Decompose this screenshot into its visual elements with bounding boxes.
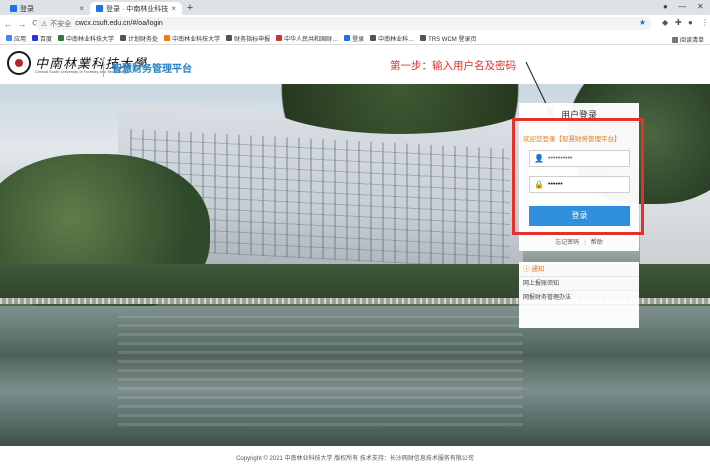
window-close-icon[interactable]: ✕ (697, 2, 704, 11)
bookmark-favicon-icon (420, 35, 427, 41)
password-input[interactable] (548, 181, 626, 188)
bookmark-item[interactable]: 中南林业科技大学 (164, 34, 220, 43)
bookmark-favicon-icon (58, 35, 65, 41)
address-bar-row: ← → ⟳ ⚠ 不安全 cwcx.csuft.edu.cn/#/oa/login… (0, 15, 710, 32)
page-footer: Copyright © 2021 中南林业科技大学 版权所有 技术支持：长沙网财… (0, 446, 710, 473)
university-seal-icon (7, 51, 31, 75)
extension-icon[interactable]: ◆ (662, 18, 668, 27)
security-label: 不安全 (50, 20, 72, 28)
password-field[interactable]: 🔒 (529, 176, 630, 193)
user-icon: 👤 (534, 154, 544, 163)
close-icon[interactable]: × (171, 4, 176, 13)
system-name: 智慧财务管理平台 (112, 64, 192, 75)
login-title: 用户登录 (560, 110, 597, 120)
help-link[interactable]: 帮助 (591, 240, 603, 246)
bookmark-label: 财务指标申报 (234, 36, 271, 43)
bookmark-item[interactable]: TRS WCM 登录页 (420, 34, 476, 43)
bookmark-item[interactable]: 登录 (344, 34, 364, 43)
bookmark-favicon-icon (344, 35, 351, 41)
new-tab-button[interactable]: + (184, 2, 196, 14)
bookmark-label: TRS WCM 登录页 (428, 36, 477, 43)
bookmark-label: 中南林业科技大学 (66, 36, 115, 43)
warning-icon[interactable]: ⚠ (41, 20, 47, 28)
bookmark-item[interactable]: 计划财务处 (120, 34, 158, 43)
bookmark-item[interactable]: 中华人民共和国财… (276, 34, 338, 43)
forgot-password-link[interactable]: 忘记密码 (555, 240, 579, 246)
bookmark-item[interactable]: 中南林业科技大学 (58, 34, 114, 43)
notice-panel: ⓘ 通知 网上报账须知 网报财务管理办法 (519, 262, 639, 328)
bookmark-favicon-icon (370, 35, 377, 41)
header-divider (103, 57, 104, 77)
bookmark-label: 应用 (14, 36, 27, 43)
bookmark-item[interactable]: 财务指标申报 (226, 34, 270, 43)
step-annotation: 第一步：输入用户名及密码 (390, 60, 516, 72)
bookmark-item[interactable]: 应用 (6, 34, 26, 43)
menu-icon[interactable]: ⋮ (701, 18, 709, 27)
close-icon[interactable]: × (79, 4, 84, 13)
account-icon[interactable]: ● (663, 2, 668, 11)
profile-icon[interactable]: ● (688, 18, 693, 27)
bookmarks-bar: 应用 百度 中南林业科技大学 计划财务处 中南林业科技大学 财务指标申报 中华人… (0, 32, 710, 45)
bookmark-item[interactable]: 百度 (32, 34, 52, 43)
notice-title: 通知 (531, 266, 545, 273)
tab-title: 登录 (20, 5, 34, 13)
tab-favicon-icon (96, 5, 103, 12)
reading-list-icon (671, 36, 678, 43)
site-header: 中南林業科技大學 Central South University of For… (0, 46, 710, 84)
browser-tab-strip: 登录 × 登录 · 中南林业科技大学 · 智慧 × + ● — ✕ (0, 0, 710, 15)
url-text[interactable]: cwcx.csuft.edu.cn/#/oa/login (75, 20, 163, 27)
reading-list-label: 阅读清单 (679, 38, 704, 44)
url-bar[interactable]: ⚠ 不安全 cwcx.csuft.edu.cn/#/oa/login ★ (36, 17, 652, 30)
minimize-icon[interactable]: — (678, 2, 686, 11)
forward-icon[interactable]: → (16, 19, 28, 29)
bookmark-favicon-icon (226, 35, 233, 41)
bookmark-label: 中南林业科技大学 (172, 36, 221, 43)
username-input[interactable] (548, 155, 626, 162)
browser-tab-active[interactable]: 登录 · 中南林业科技大学 · 智慧 × (90, 2, 182, 15)
apps-icon (6, 35, 12, 41)
back-icon[interactable]: ← (2, 19, 14, 29)
bookmark-label: 百度 (40, 36, 53, 43)
bookmark-favicon-icon (164, 35, 171, 41)
tab-title: 登录 · 中南林业科技大学 · 智慧 (106, 5, 169, 13)
bookmark-label: 登录 (352, 36, 365, 43)
notice-item[interactable]: 网报财务管理办法 (519, 291, 639, 305)
bookmark-favicon-icon (32, 35, 39, 41)
bookmark-item[interactable]: 中南林业科… (370, 34, 414, 43)
star-icon[interactable]: ★ (639, 18, 646, 27)
notice-header: ⓘ 通知 (519, 262, 639, 277)
login-button[interactable]: 登录 (529, 206, 630, 226)
reading-list-button[interactable]: 阅读清单 (671, 35, 704, 44)
notice-item[interactable]: 网上报账须知 (519, 277, 639, 291)
lock-icon: 🔒 (534, 180, 544, 189)
username-field[interactable]: 👤 (529, 150, 630, 167)
puzzle-icon[interactable]: ✚ (675, 18, 682, 27)
login-links: 忘记密码 | 帮助 (555, 240, 603, 246)
bookmark-favicon-icon (276, 35, 283, 41)
bookmark-label: 中华人民共和国财… (284, 36, 339, 43)
login-panel: 用户登录 欢迎您登录【智慧财务管理平台】 👤 🔒 登录 忘记密码|帮助 (519, 103, 639, 251)
bookmark-favicon-icon (120, 35, 127, 41)
bookmark-label: 中南林业科… (378, 36, 415, 43)
tab-favicon-icon (10, 5, 17, 12)
welcome-text: 欢迎您登录【智慧财务管理平台】 (523, 136, 621, 143)
bookmark-label: 计划财务处 (128, 36, 159, 43)
browser-tab[interactable]: 登录 × (4, 2, 90, 15)
